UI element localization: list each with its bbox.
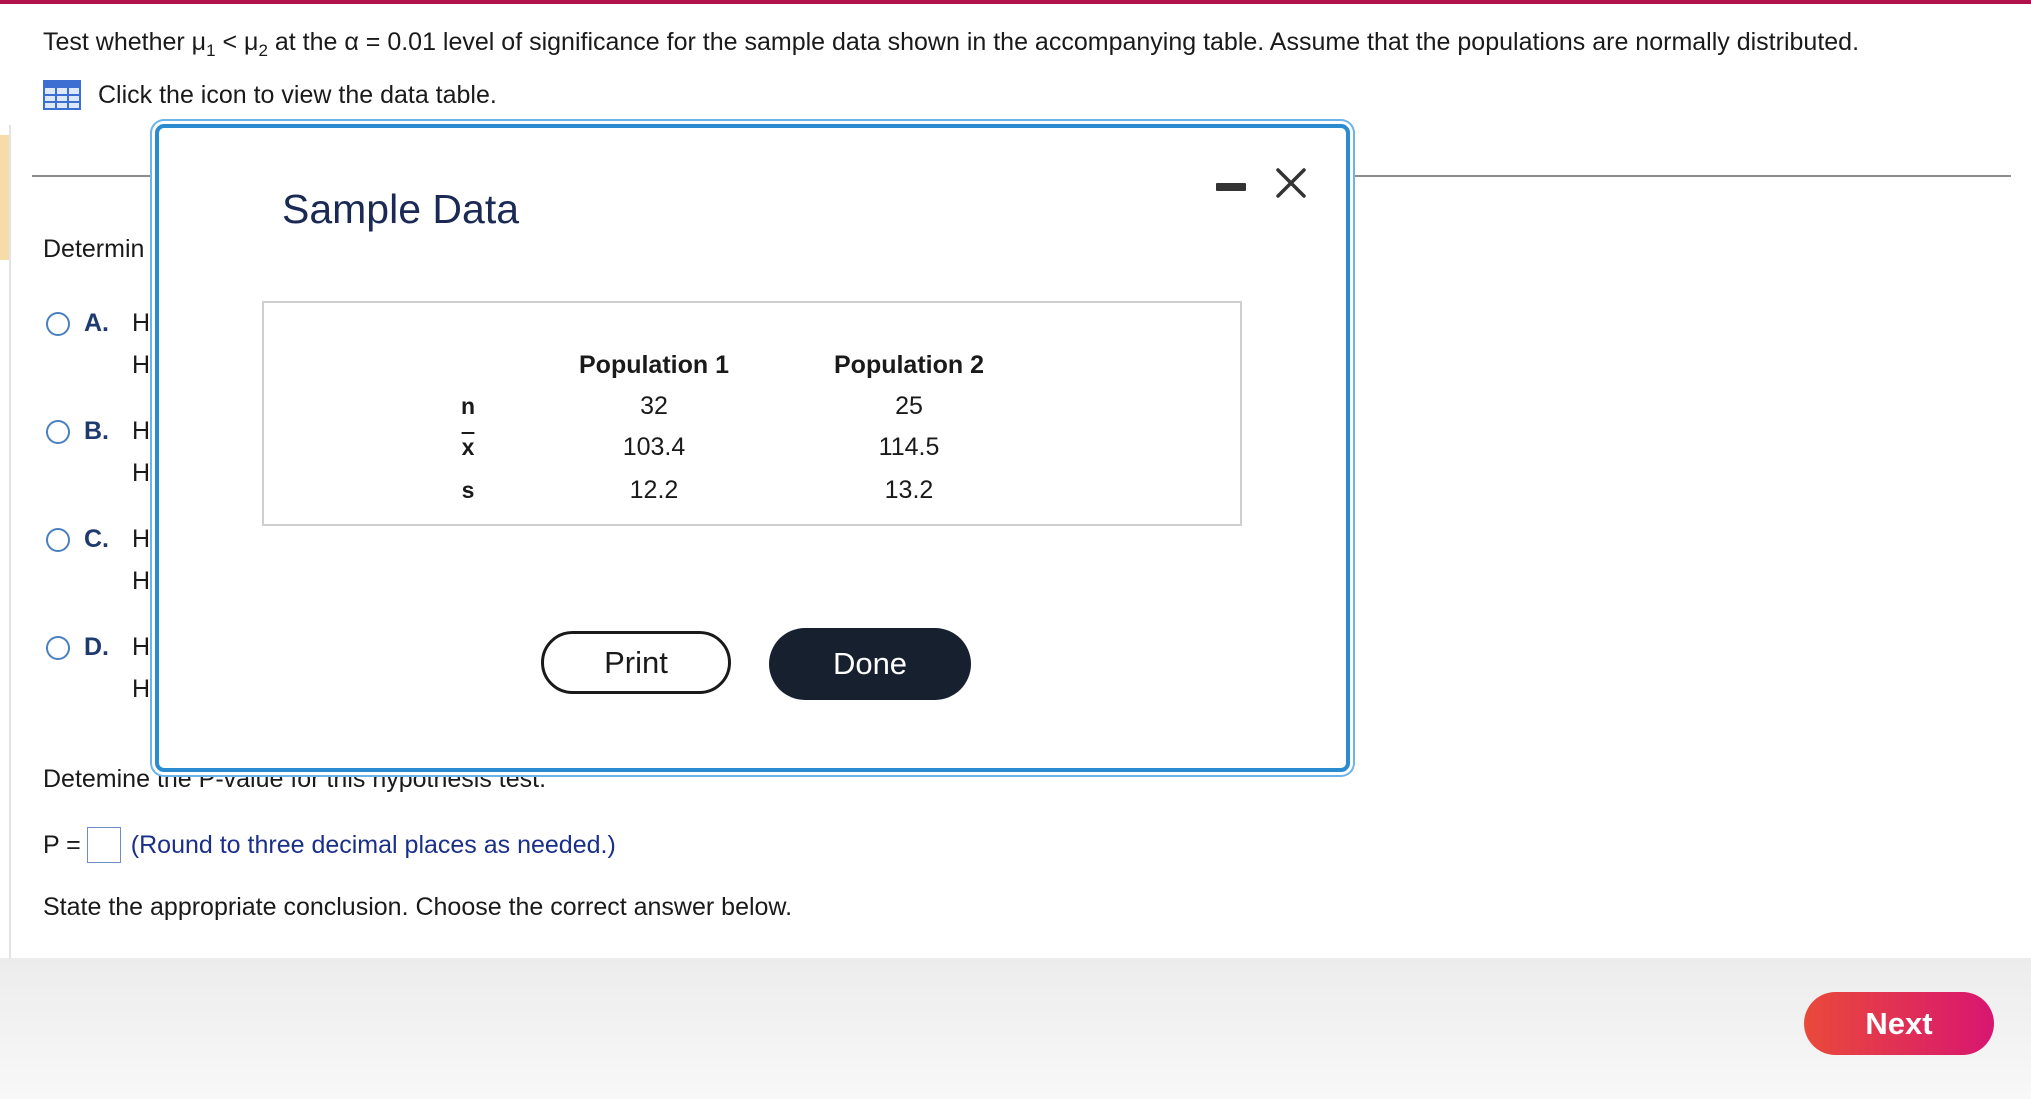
option-c-radio[interactable] xyxy=(46,527,70,552)
table-cell: 32 xyxy=(640,392,668,420)
option-a-radio[interactable] xyxy=(46,311,70,336)
option-c[interactable]: C. xyxy=(46,525,127,554)
table-cell: 13.2 xyxy=(884,476,934,504)
table-cell: 12.2 xyxy=(629,476,679,504)
option-b-line1: H xyxy=(132,417,151,445)
rounding-hint: (Round to three decimal places as needed… xyxy=(130,830,616,859)
row-label-n: n xyxy=(460,393,476,419)
done-button[interactable]: Done xyxy=(769,628,971,700)
option-d-line1: H xyxy=(132,633,151,661)
option-b[interactable]: B. xyxy=(46,417,127,446)
row-label-xbar: x xyxy=(461,434,475,460)
conclusion-prompt: State the appropriate conclusion. Choose… xyxy=(43,893,793,921)
option-c-line2: H xyxy=(132,567,151,595)
print-button[interactable]: Print xyxy=(541,631,731,694)
next-button[interactable]: Next xyxy=(1804,992,1994,1055)
pvalue-input[interactable] xyxy=(86,827,121,863)
option-b-line2: H xyxy=(132,459,151,487)
table-grid-icon[interactable] xyxy=(43,80,81,110)
option-d[interactable]: D. xyxy=(46,633,127,662)
option-d-line2: H xyxy=(132,675,151,703)
question-text: Test whether μ1 < μ2 at the α = 0.01 lev… xyxy=(43,28,1860,60)
option-b-radio[interactable] xyxy=(46,419,70,444)
option-c-line1: H xyxy=(132,525,151,553)
option-a-letter: A. xyxy=(84,309,109,337)
dialog-title: Sample Data xyxy=(282,186,520,232)
option-d-radio[interactable] xyxy=(46,635,70,660)
determine-hypotheses-label: Determin xyxy=(43,235,145,263)
close-icon[interactable] xyxy=(1274,166,1308,200)
option-b-letter: B. xyxy=(84,417,109,445)
footer-bar xyxy=(0,958,2031,1099)
sample-data-table: Population 1 Population 2 n 32 25 x 103.… xyxy=(262,301,1242,526)
table-cell: 103.4 xyxy=(622,433,686,461)
view-data-table-text[interactable]: Click the icon to view the data table. xyxy=(98,81,497,110)
left-border xyxy=(9,125,11,960)
option-d-letter: D. xyxy=(84,633,109,661)
option-a-line2: H xyxy=(132,351,151,379)
table-cell: 25 xyxy=(895,392,923,420)
option-a-line1: H xyxy=(132,309,151,337)
p-label: P = xyxy=(43,830,81,859)
minimize-icon[interactable] xyxy=(1216,183,1246,191)
divider xyxy=(32,175,157,177)
column-header-population-2: Population 2 xyxy=(834,351,984,379)
sample-data-dialog: Sample Data Population 1 Population 2 n … xyxy=(155,124,1350,772)
column-header-population-1: Population 1 xyxy=(579,351,729,379)
view-data-table-link[interactable]: Click the icon to view the data table. xyxy=(43,78,497,112)
option-a[interactable]: A. xyxy=(46,309,127,338)
top-accent-bar xyxy=(0,0,2031,4)
option-c-letter: C. xyxy=(84,525,109,553)
row-label-s: s xyxy=(461,477,475,503)
left-accent-marker xyxy=(0,135,9,260)
divider xyxy=(1350,175,2011,177)
pvalue-row: P = (Round to three decimal places as ne… xyxy=(43,827,616,863)
table-cell: 114.5 xyxy=(878,433,940,461)
